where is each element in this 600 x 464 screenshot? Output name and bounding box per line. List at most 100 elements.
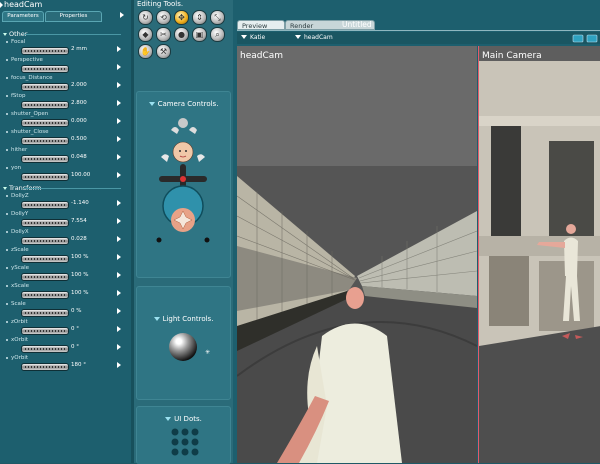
parameter-dial[interactable] bbox=[21, 345, 69, 353]
parameter-menu-arrow-icon[interactable] bbox=[117, 200, 121, 206]
parameter-menu-arrow-icon[interactable] bbox=[117, 254, 121, 260]
parameter-menu-arrow-icon[interactable] bbox=[117, 46, 121, 52]
figure-select[interactable]: Katie bbox=[241, 34, 265, 41]
parameter-dial[interactable] bbox=[21, 47, 69, 55]
parameter-dial[interactable] bbox=[21, 65, 69, 73]
parameter-menu-arrow-icon[interactable] bbox=[117, 100, 121, 106]
ui-dots-box: UI Dots. bbox=[136, 406, 231, 464]
parameter-menu-arrow-icon[interactable] bbox=[117, 344, 121, 350]
parameter-dial[interactable] bbox=[21, 201, 69, 209]
tab-parameters[interactable]: Parameters bbox=[2, 11, 44, 22]
parameter-label: shutter_Close bbox=[11, 129, 49, 135]
scale-tool-icon[interactable]: ⤡ bbox=[210, 10, 225, 25]
parameter-value[interactable]: 2 mm bbox=[71, 46, 87, 52]
parameter-value[interactable]: 0.000 bbox=[71, 118, 87, 124]
parameter-dial[interactable] bbox=[21, 101, 69, 109]
collapse-icon bbox=[3, 32, 7, 36]
parameter-value[interactable]: 100 % bbox=[71, 290, 88, 296]
tab-properties[interactable]: Properties bbox=[45, 11, 102, 22]
light-sphere-icon[interactable] bbox=[169, 333, 197, 361]
ui-dot bbox=[191, 448, 199, 456]
parameter-menu-arrow-icon[interactable] bbox=[117, 308, 121, 314]
view-magnifier-tool-icon[interactable]: ⌕ bbox=[210, 27, 225, 42]
parameter-row: zOrbit 0 ° bbox=[0, 319, 131, 336]
light-indicator-icon[interactable]: ✳ bbox=[205, 349, 210, 356]
parameter-dial[interactable] bbox=[21, 237, 69, 245]
parameter-menu-arrow-icon[interactable] bbox=[117, 326, 121, 332]
panel-divider[interactable] bbox=[131, 0, 134, 463]
parameter-dial[interactable] bbox=[21, 155, 69, 163]
parameter-label: yOrbit bbox=[11, 355, 29, 361]
parameter-value[interactable]: 0.500 bbox=[71, 136, 87, 142]
camera-select[interactable]: headCam bbox=[295, 34, 333, 41]
parameter-dial[interactable] bbox=[21, 137, 69, 145]
tab-preview[interactable]: Preview bbox=[237, 20, 285, 30]
parameter-value[interactable]: 2.000 bbox=[71, 82, 87, 88]
translate-in-out-tool-icon[interactable]: ⇕ bbox=[192, 10, 207, 25]
parameter-menu-arrow-icon[interactable] bbox=[117, 172, 121, 178]
parameter-dial[interactable] bbox=[21, 219, 69, 227]
parameter-value[interactable]: 0 % bbox=[71, 308, 81, 314]
direct-manipulation-tool-icon[interactable]: ⚒ bbox=[156, 44, 171, 59]
parameter-label: zOrbit bbox=[11, 319, 28, 325]
parameter-row: zScale 100 % bbox=[0, 247, 131, 264]
center-dot-icon bbox=[180, 176, 186, 182]
collapse-icon[interactable] bbox=[165, 417, 172, 421]
parameter-dial[interactable] bbox=[21, 273, 69, 281]
headcam-viewport[interactable]: headCam bbox=[237, 46, 477, 463]
main-camera-viewport[interactable]: Main Camera bbox=[478, 46, 600, 463]
parameter-menu-arrow-icon[interactable] bbox=[117, 136, 121, 142]
parameter-menu-arrow-icon[interactable] bbox=[117, 272, 121, 278]
parameter-menu-arrow-icon[interactable] bbox=[117, 118, 121, 124]
twist-tool-icon[interactable]: ⟲ bbox=[156, 10, 171, 25]
parameter-value[interactable]: 0 ° bbox=[71, 344, 79, 350]
parameter-value[interactable]: 0.048 bbox=[71, 154, 87, 160]
parameter-dial[interactable] bbox=[21, 363, 69, 371]
parameter-menu-arrow-icon[interactable] bbox=[117, 362, 121, 368]
panel-arrow-icon[interactable] bbox=[0, 2, 3, 8]
parameter-dial[interactable] bbox=[21, 327, 69, 335]
parameter-value[interactable]: 2.800 bbox=[71, 100, 87, 106]
rotate-tool-icon[interactable]: ↻ bbox=[138, 10, 153, 25]
bullet-icon bbox=[6, 303, 8, 305]
layout-icon bbox=[586, 34, 598, 43]
grouping-tool-icon[interactable]: ▣ bbox=[192, 27, 207, 42]
collapse-icon[interactable] bbox=[148, 102, 155, 106]
parameter-value[interactable]: 0.028 bbox=[71, 236, 87, 242]
parameter-dial[interactable] bbox=[21, 309, 69, 317]
parameter-menu-arrow-icon[interactable] bbox=[117, 218, 121, 224]
panel-menu-arrow-icon[interactable] bbox=[120, 12, 124, 18]
camera-controls-widget[interactable] bbox=[153, 110, 213, 248]
parameter-value[interactable]: 100.00 bbox=[71, 172, 90, 178]
translate-tool-icon[interactable]: ✥ bbox=[174, 10, 189, 25]
parameter-row: fStop 2.800 bbox=[0, 93, 131, 110]
parameter-label: xOrbit bbox=[11, 337, 29, 343]
parameter-menu-arrow-icon[interactable] bbox=[117, 236, 121, 242]
parameter-menu-arrow-icon[interactable] bbox=[117, 82, 121, 88]
collapse-icon[interactable] bbox=[153, 317, 160, 321]
parameter-label: yon bbox=[11, 165, 22, 171]
parameter-menu-arrow-icon[interactable] bbox=[117, 154, 121, 160]
parameter-label: DollyZ bbox=[11, 193, 29, 199]
parameter-value[interactable]: 100 % bbox=[71, 272, 88, 278]
parameter-dial[interactable] bbox=[21, 255, 69, 263]
parameter-menu-arrow-icon[interactable] bbox=[117, 290, 121, 296]
parameter-dial[interactable] bbox=[21, 83, 69, 91]
parameter-value[interactable]: 100 % bbox=[71, 254, 88, 260]
parameter-row: DollyX 0.028 bbox=[0, 229, 131, 246]
parameter-value[interactable]: 7.554 bbox=[71, 218, 87, 224]
parameter-value[interactable]: 180 ° bbox=[71, 362, 86, 368]
parameter-menu-arrow-icon[interactable] bbox=[117, 64, 121, 70]
chain-break-tool-icon[interactable]: ✂ bbox=[156, 27, 171, 42]
parameter-value[interactable]: -1.140 bbox=[71, 200, 89, 206]
taper-tool-icon[interactable]: ◆ bbox=[138, 27, 153, 42]
parameter-dial[interactable] bbox=[21, 173, 69, 181]
bullet-icon bbox=[6, 357, 8, 359]
parameter-dial[interactable] bbox=[21, 119, 69, 127]
color-tool-icon[interactable]: ● bbox=[174, 27, 189, 42]
parameter-label: Perspective bbox=[11, 57, 43, 63]
bullet-icon bbox=[6, 77, 8, 79]
morphing-tool-icon[interactable]: ✋ bbox=[138, 44, 153, 59]
parameter-value[interactable]: 0 ° bbox=[71, 326, 79, 332]
parameter-dial[interactable] bbox=[21, 291, 69, 299]
